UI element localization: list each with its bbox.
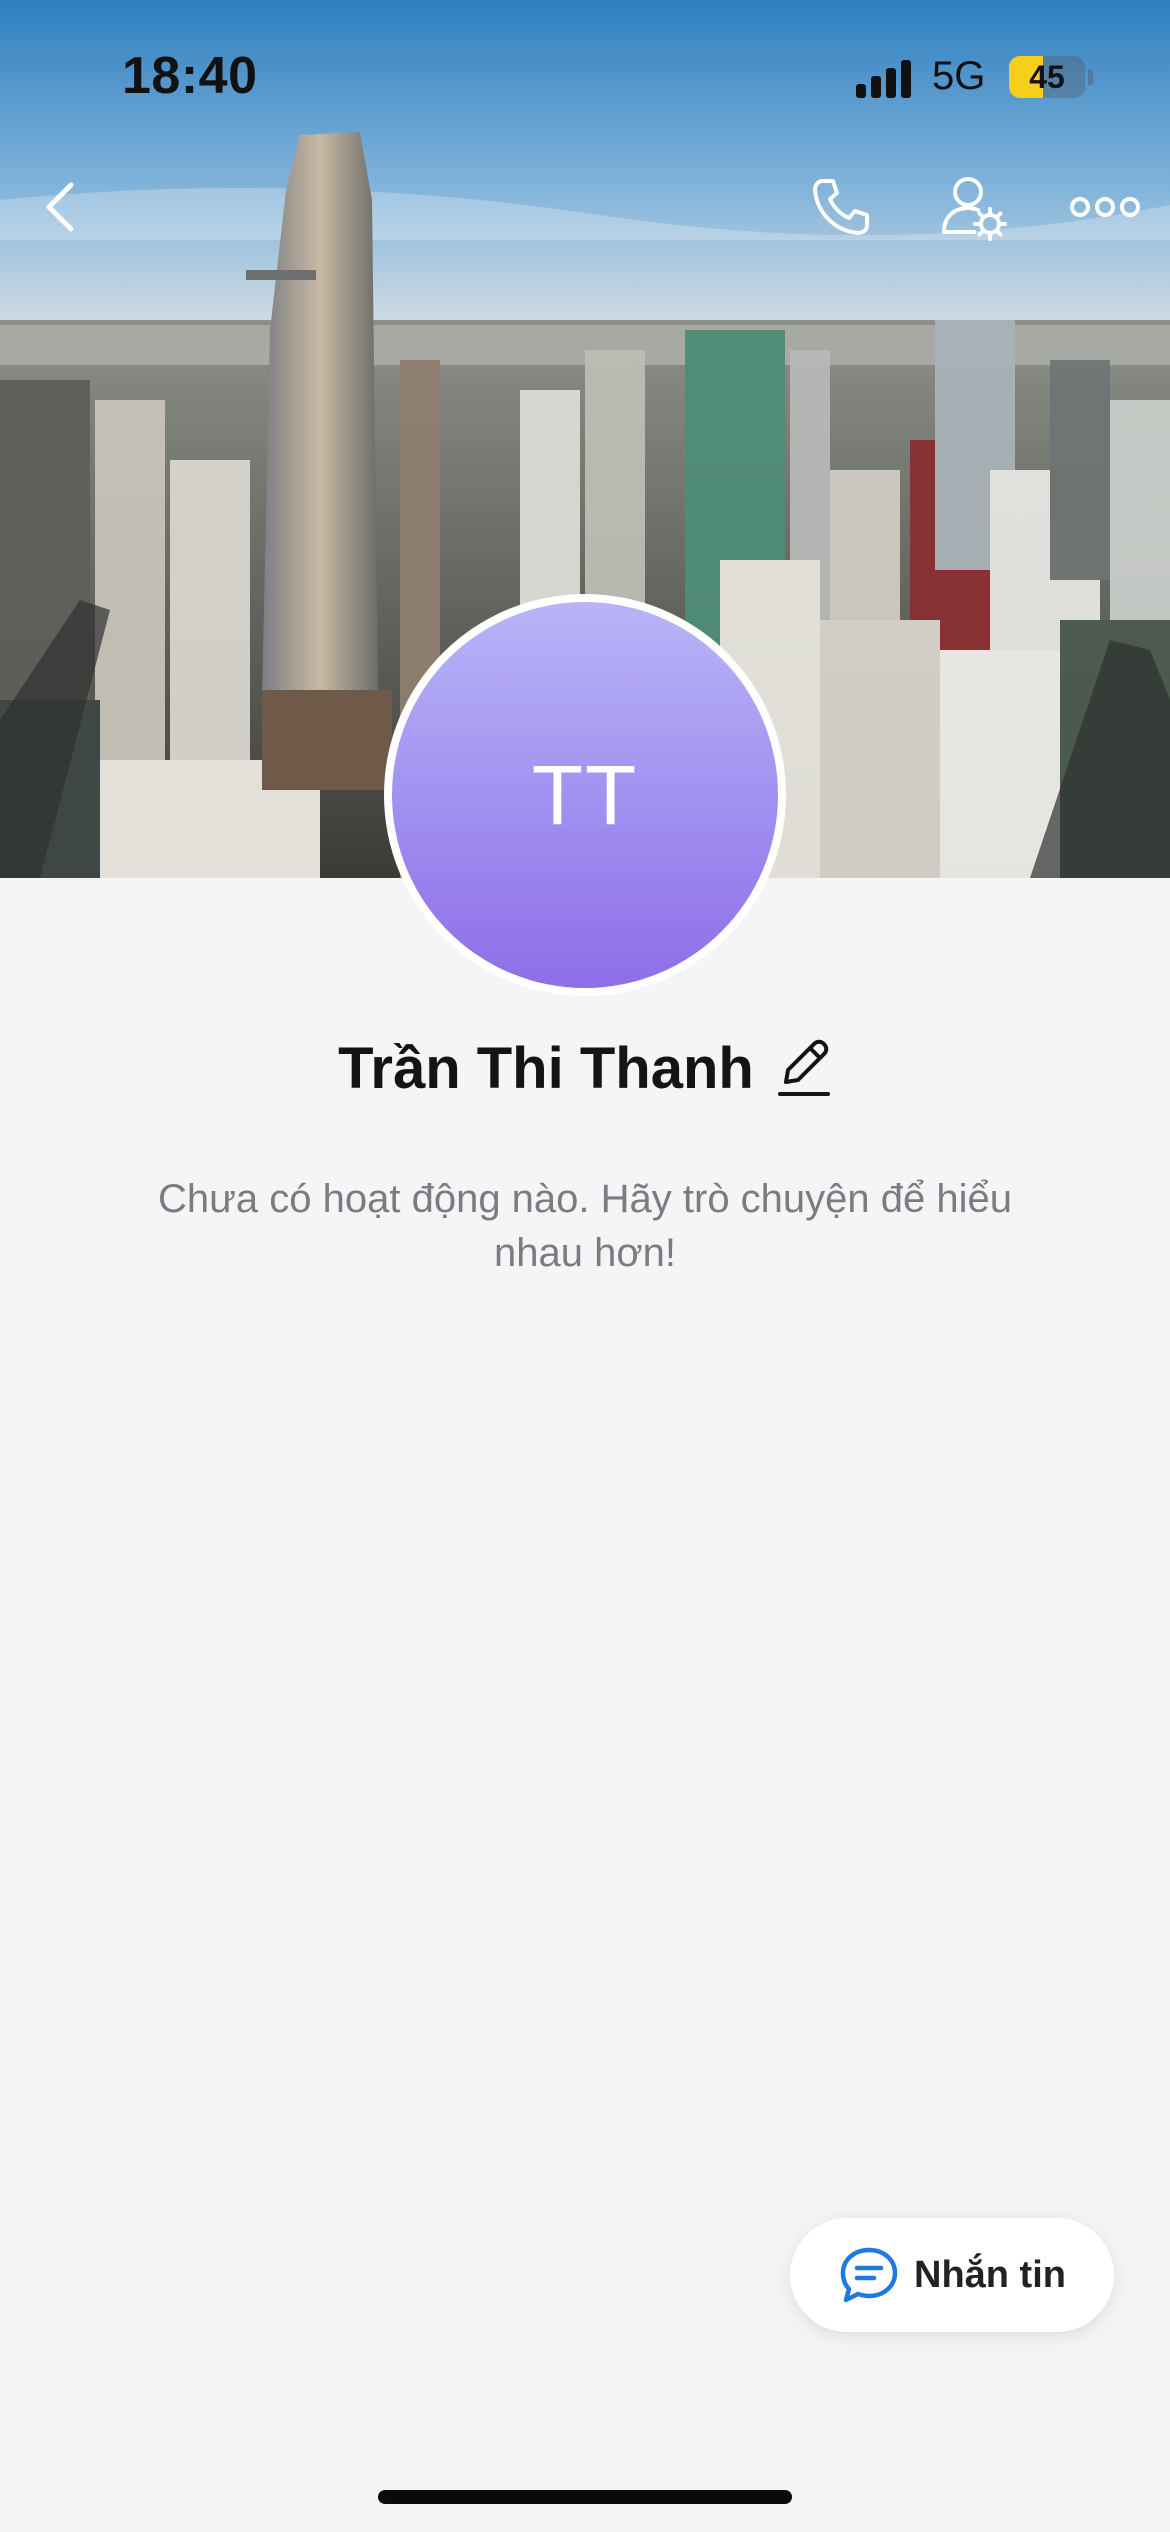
more-horizontal-icon	[1070, 197, 1140, 217]
empty-activity-message: Chưa có hoạt động nào. Hãy trò chuyện để…	[157, 1177, 1013, 1275]
message-button-label: Nhắn tin	[914, 2253, 1066, 2296]
message-button[interactable]: Nhắn tin	[790, 2218, 1114, 2332]
battery-percent: 45	[1029, 59, 1065, 95]
status-time: 18:40	[122, 47, 258, 105]
battery-icon: 45	[1009, 56, 1085, 98]
more-options-button[interactable]	[1060, 162, 1150, 252]
avatar-initials: TT	[392, 602, 778, 988]
battery-tip	[1088, 69, 1093, 85]
call-button[interactable]	[796, 162, 886, 252]
avatar[interactable]: TT	[384, 594, 786, 996]
chat-bubble-icon	[840, 2247, 898, 2303]
signal-strength-icon	[856, 58, 916, 98]
user-settings-icon	[942, 177, 1007, 241]
profile-screen: 18:40 5G 45 TT Trần Thi Thanh Chưa có ho…	[0, 0, 1170, 2532]
chevron-left-icon	[46, 182, 74, 232]
profile-settings-button[interactable]	[928, 162, 1018, 252]
pencil-icon[interactable]	[776, 1036, 832, 1100]
back-button[interactable]	[16, 162, 106, 252]
phone-icon	[813, 179, 869, 235]
home-indicator[interactable]	[378, 2490, 792, 2504]
profile-name: Trần Thi Thanh	[338, 1035, 754, 1101]
network-type: 5G	[932, 54, 986, 98]
profile-name-row: Trần Thi Thanh	[0, 1028, 1170, 1108]
status-bar: 18:40 5G 45	[0, 0, 1170, 150]
